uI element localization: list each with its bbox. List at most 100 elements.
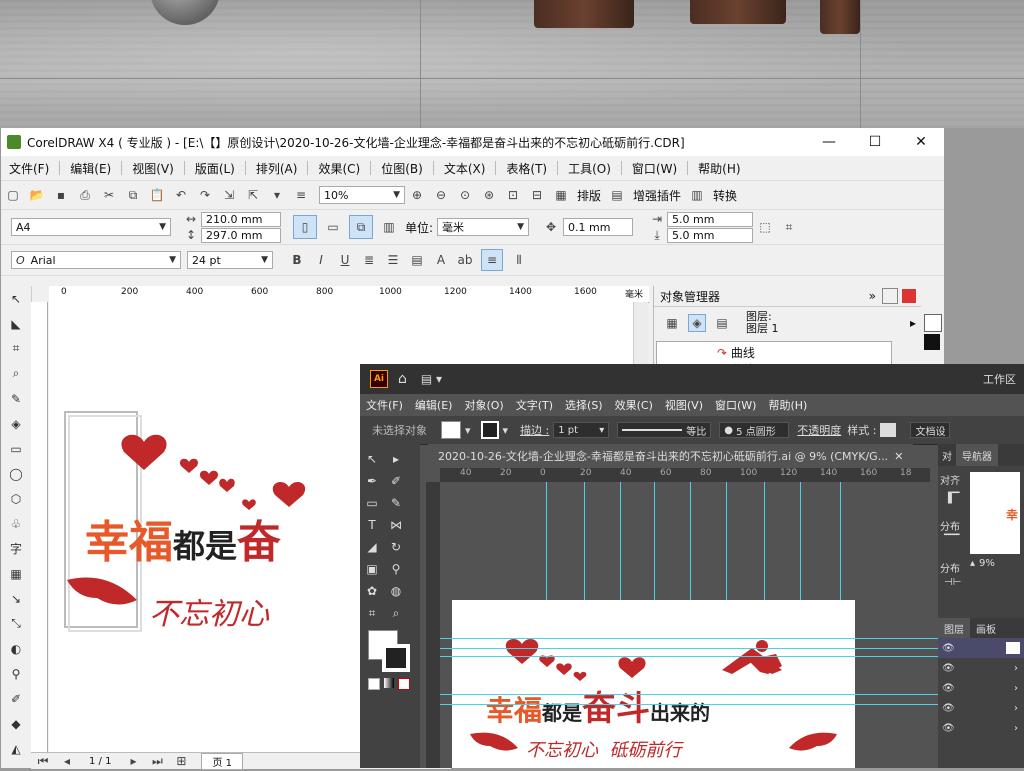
curvature-tool-icon[interactable]: ✐ bbox=[384, 470, 408, 492]
ai-menu-object[interactable]: 对象(O) bbox=[458, 397, 509, 413]
navigator-preview[interactable]: 幸 bbox=[970, 472, 1020, 554]
properties-tab[interactable]: 对 bbox=[938, 448, 956, 463]
redo-icon[interactable]: ↷ bbox=[197, 187, 213, 203]
stroke-dropdown-icon[interactable]: ▾ bbox=[503, 424, 509, 437]
direct-selection-tool-icon[interactable]: ▸ bbox=[384, 448, 408, 470]
smart-fill-icon[interactable]: ◈ bbox=[1, 411, 31, 436]
show-properties-icon[interactable]: ▦ bbox=[664, 315, 680, 331]
brush-definition[interactable]: ● 5 点圆形 bbox=[719, 422, 790, 438]
basic-shapes-icon[interactable]: ♧ bbox=[1, 511, 31, 536]
underline-icon[interactable]: U bbox=[337, 252, 353, 268]
fill-dropdown-icon[interactable]: ▾ bbox=[465, 424, 471, 437]
arrange-documents-icon[interactable]: ▤ ▾ bbox=[421, 372, 442, 386]
type-tool-icon[interactable]: T bbox=[360, 514, 384, 536]
fill-swatch[interactable] bbox=[441, 421, 461, 439]
object-list-item[interactable]: ↷ 曲线 bbox=[657, 342, 891, 361]
freehand-tool-icon[interactable]: ✎ bbox=[1, 386, 31, 411]
horizontal-text-icon[interactable]: ≡ bbox=[481, 249, 503, 271]
ai-menu-window[interactable]: 窗口(W) bbox=[709, 397, 762, 413]
menu-edit[interactable]: 编辑(E) bbox=[62, 160, 119, 177]
page-tab-1[interactable]: 页 1 bbox=[201, 752, 243, 770]
zoom-width-icon[interactable]: ⊟ bbox=[529, 187, 545, 203]
rotate-tool-icon[interactable]: ↻ bbox=[384, 536, 408, 558]
rectangle-tool-icon[interactable]: ▭ bbox=[360, 492, 384, 514]
menu-table[interactable]: 表格(T) bbox=[498, 160, 555, 177]
navigator-zoom-out-icon[interactable]: ▴ bbox=[970, 558, 975, 569]
interactive-blend-icon[interactable]: ◐ bbox=[1, 636, 31, 661]
none-mode-icon[interactable] bbox=[398, 678, 410, 690]
duplicate-y-input[interactable]: 5.0 mm bbox=[667, 227, 754, 243]
undo-icon[interactable]: ↶ bbox=[173, 187, 189, 203]
close-button[interactable]: ✕ bbox=[898, 128, 944, 156]
eye-icon[interactable]: 👁 bbox=[942, 663, 955, 674]
menu-text[interactable]: 文本(X) bbox=[436, 160, 494, 177]
layer-row[interactable]: 👁 › bbox=[938, 718, 1024, 738]
menu-view[interactable]: 视图(V) bbox=[124, 160, 182, 177]
app-launcher-icon[interactable]: ▾ bbox=[269, 187, 285, 203]
expand-icon[interactable]: › bbox=[1014, 683, 1018, 694]
layer-manager-icon[interactable]: ▤ bbox=[714, 315, 730, 331]
dropcap-icon[interactable]: ▤ bbox=[409, 252, 425, 268]
vertical-text-icon[interactable]: ⦀ bbox=[511, 252, 527, 268]
variable-width-profile[interactable]: 等比 bbox=[617, 422, 712, 438]
zoom-tool-icon[interactable]: ⌕ bbox=[1, 361, 31, 386]
welcome-icon[interactable]: ≡ bbox=[293, 187, 309, 203]
ai-menu-type[interactable]: 文字(T) bbox=[510, 397, 559, 413]
menu-layout[interactable]: 版面(L) bbox=[187, 160, 243, 177]
fill-icon[interactable]: ◆ bbox=[1, 711, 31, 736]
selection-tool-icon[interactable]: ↖ bbox=[360, 448, 384, 470]
document-tab[interactable]: 2020-10-26-文化墙-企业理念-幸福都是奋斗出来的不忘初心砥砺前行.ai… bbox=[428, 444, 914, 468]
menu-bitmaps[interactable]: 位图(B) bbox=[373, 160, 431, 177]
print-icon[interactable]: ⎙ bbox=[77, 187, 93, 203]
layout-button[interactable]: 排版 bbox=[577, 187, 601, 204]
ai-menu-file[interactable]: 文件(F) bbox=[360, 397, 409, 413]
navigator-tab[interactable]: 导航器 bbox=[956, 444, 998, 466]
layer-row[interactable]: 👁 › bbox=[938, 658, 1024, 678]
eyedropper-icon[interactable]: ⚲ bbox=[1, 661, 31, 686]
ai-artboard[interactable]: 幸福都是奋斗出来的 不忘初心 砥砺前行 bbox=[452, 600, 855, 768]
menu-arrange[interactable]: 排列(A) bbox=[248, 160, 306, 177]
ai-menu-help[interactable]: 帮助(H) bbox=[762, 397, 813, 413]
layer-row[interactable]: 👁 bbox=[938, 638, 1024, 658]
expand-icon[interactable]: › bbox=[1014, 663, 1018, 674]
shape-builder-icon[interactable]: ◍ bbox=[384, 580, 408, 602]
artboards-tab[interactable]: 画板 bbox=[970, 621, 1002, 636]
snap-to-icon[interactable]: ⌗ bbox=[781, 219, 797, 235]
menu-tools[interactable]: 工具(O) bbox=[560, 160, 619, 177]
stroke-weight-input[interactable]: 1 pt ▾ bbox=[553, 422, 610, 438]
menu-window[interactable]: 窗口(W) bbox=[624, 160, 685, 177]
menu-file[interactable]: 文件(F) bbox=[1, 160, 57, 177]
zoom-out-icon[interactable]: ⊖ bbox=[433, 187, 449, 203]
current-page-icon[interactable]: ▥ bbox=[381, 219, 397, 235]
italic-icon[interactable]: I bbox=[313, 252, 329, 268]
shape-tool-icon[interactable]: ◣ bbox=[1, 311, 31, 336]
black-swatch[interactable] bbox=[924, 334, 940, 350]
edit-across-layers-icon[interactable]: ◈ bbox=[688, 314, 706, 332]
zoom-page-icon[interactable]: ⊡ bbox=[505, 187, 521, 203]
layers-tab[interactable]: 图层 bbox=[938, 618, 970, 638]
eraser-tool-icon[interactable]: ◢ bbox=[360, 536, 384, 558]
landscape-icon[interactable]: ▭ bbox=[325, 219, 341, 235]
page-size-select[interactable]: A4 ▼ bbox=[11, 218, 171, 236]
convert-button[interactable]: 转换 bbox=[713, 187, 737, 204]
minimize-button[interactable]: — bbox=[806, 128, 852, 156]
save-icon[interactable]: ▪ bbox=[53, 187, 69, 203]
text-tool-icon[interactable]: 字 bbox=[1, 536, 31, 561]
docker-expand-icon[interactable]: » bbox=[869, 289, 876, 303]
gradient-tool-icon[interactable]: ▣ bbox=[360, 558, 384, 580]
home-icon[interactable]: ⌂ bbox=[398, 371, 407, 387]
color-mode-icon[interactable] bbox=[368, 678, 380, 690]
zoom-in-icon[interactable]: ⊕ bbox=[409, 187, 425, 203]
interactive-fill-icon[interactable]: ◭ bbox=[1, 736, 31, 761]
paintbrush-tool-icon[interactable]: ✎ bbox=[384, 492, 408, 514]
stroke-label[interactable]: 描边 : bbox=[520, 422, 549, 438]
page-first-icon[interactable]: ⏮ bbox=[35, 753, 51, 769]
eye-icon[interactable]: 👁 bbox=[942, 643, 955, 654]
workspace-switcher[interactable]: 工作区 bbox=[983, 371, 1016, 387]
edit-text-icon[interactable]: A bbox=[433, 252, 449, 268]
opacity-label[interactable]: 不透明度 bbox=[797, 422, 841, 438]
stroke-swatch[interactable] bbox=[480, 421, 499, 439]
pen-tool-icon[interactable]: ✒ bbox=[360, 470, 384, 492]
page-prev-icon[interactable]: ◂ bbox=[59, 753, 75, 769]
ai-stroke-color[interactable] bbox=[382, 644, 410, 672]
